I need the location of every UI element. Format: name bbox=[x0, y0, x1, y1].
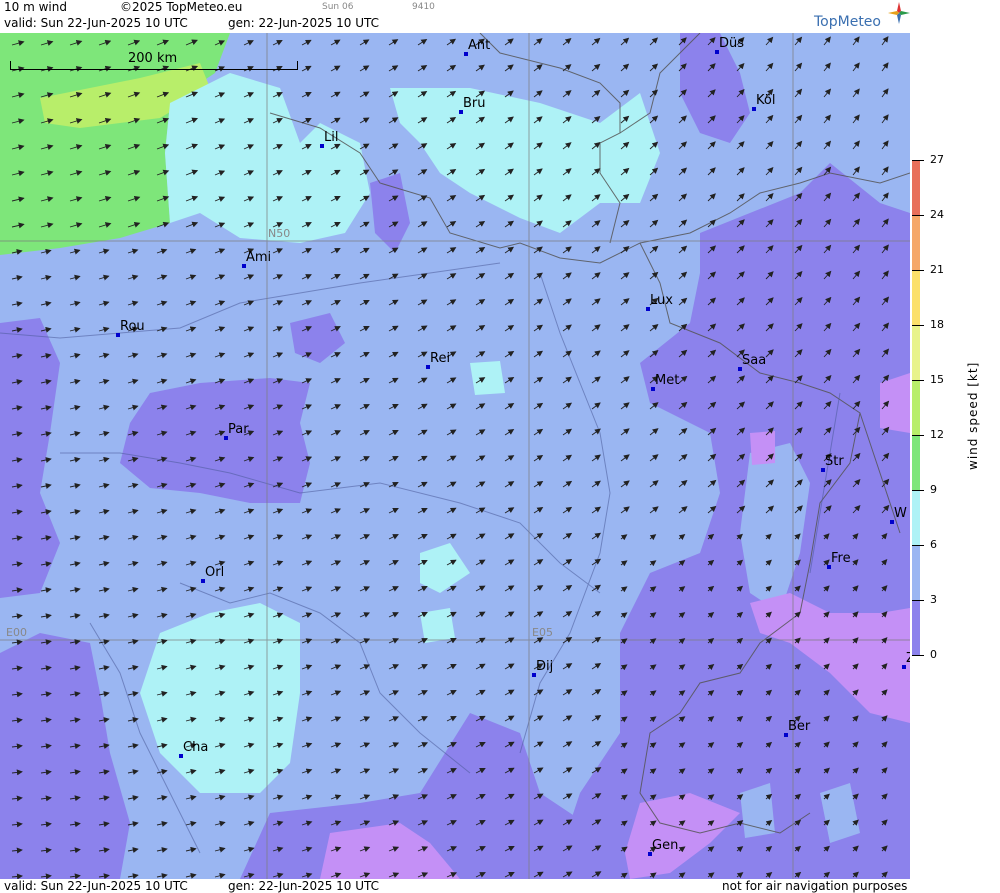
longitude-label-e00: E00 bbox=[6, 626, 27, 639]
color-bar-segment bbox=[912, 545, 920, 600]
city-name: Dij bbox=[536, 659, 554, 674]
city-name: Lux bbox=[650, 293, 673, 308]
legend-tick-mark bbox=[912, 325, 924, 326]
city-name: Par bbox=[228, 422, 249, 437]
legend-tick-label: 0 bbox=[930, 648, 937, 661]
city-name: Ber bbox=[788, 719, 811, 734]
legend-tick-mark bbox=[912, 215, 924, 216]
legend-tick-mark bbox=[912, 380, 924, 381]
city-name: Saa bbox=[742, 353, 767, 368]
compass-logo-icon bbox=[888, 2, 910, 24]
city-name: Lil bbox=[324, 130, 339, 145]
footer-valid-time: valid: Sun 22-Jun-2025 10 UTC bbox=[4, 879, 188, 893]
color-bar-segment bbox=[912, 600, 920, 655]
legend-tick-label: 18 bbox=[930, 318, 944, 331]
city-name: Str bbox=[825, 454, 844, 469]
city-name: Düs bbox=[719, 36, 745, 51]
legend-tick-mark bbox=[912, 270, 924, 271]
legend-tick-mark bbox=[912, 600, 924, 601]
longitude-label-e05: E05 bbox=[532, 626, 553, 639]
wind-field-layer bbox=[0, 33, 910, 879]
legend-tick-label: 27 bbox=[930, 153, 944, 166]
wind-map[interactable]: 200 km N50 E00 E05 Ant Düs Köl Bru Lil Ami Rou… bbox=[0, 33, 910, 879]
header-bar: 10 m wind ©2025 TopMeteo.eu Sun 06 9410 … bbox=[0, 0, 910, 33]
header-code-label: 9410 bbox=[412, 2, 435, 12]
valid-time: valid: Sun 22-Jun-2025 10 UTC bbox=[4, 16, 188, 30]
topmeteo-logo-text: TopMeteo bbox=[814, 14, 881, 30]
legend-tick-label: 9 bbox=[930, 483, 937, 496]
city-name: Orl bbox=[205, 565, 225, 580]
legend-tick-mark bbox=[912, 435, 924, 436]
city-name: Bru bbox=[463, 96, 486, 111]
legend-tick-mark bbox=[912, 490, 924, 491]
legend-unit-label: wind speed [kt] bbox=[966, 361, 980, 470]
city-name: Köl bbox=[756, 93, 776, 108]
legend-tick-label: 12 bbox=[930, 428, 944, 441]
legend-tick-label: 21 bbox=[930, 263, 944, 276]
city-name: Cha bbox=[183, 740, 209, 755]
color-bar-segment bbox=[912, 490, 920, 545]
header-run-label: Sun 06 bbox=[322, 2, 354, 12]
generation-time: gen: 22-Jun-2025 10 UTC bbox=[228, 16, 380, 30]
legend-tick-label: 6 bbox=[930, 538, 937, 551]
legend-tick-mark bbox=[912, 160, 924, 161]
footer-generation-time: gen: 22-Jun-2025 10 UTC bbox=[228, 879, 380, 893]
legend-tick-mark bbox=[912, 655, 924, 656]
city-name: Gen bbox=[652, 838, 679, 853]
city-name: Fre bbox=[831, 551, 851, 566]
legend-tick-mark bbox=[912, 545, 924, 546]
color-bar-segment bbox=[912, 215, 920, 270]
color-bar-segment bbox=[912, 160, 920, 215]
city-name: Ant bbox=[468, 38, 491, 53]
city-name: Met bbox=[655, 373, 680, 388]
disclaimer-text: not for air navigation purposes bbox=[722, 879, 908, 893]
color-bar-segment bbox=[912, 380, 920, 435]
city-name: Rou bbox=[120, 319, 145, 334]
color-bar-segment bbox=[912, 270, 920, 325]
city-name: W bbox=[894, 506, 907, 521]
latitude-label: N50 bbox=[268, 227, 291, 240]
city-name: Ami bbox=[246, 250, 272, 265]
copyright-text: ©2025 TopMeteo.eu bbox=[120, 0, 243, 14]
map-title: 10 m wind bbox=[4, 0, 67, 14]
city-name: Rei bbox=[430, 351, 451, 366]
legend-tick-label: 3 bbox=[930, 593, 937, 606]
color-bar-segment bbox=[912, 325, 920, 380]
wind-speed-legend: 27 24 21 18 15 12 9 6 3 0 wind speed [kt] bbox=[910, 0, 1000, 893]
scale-bar-label: 200 km bbox=[128, 51, 178, 66]
color-bar-segment bbox=[912, 435, 920, 490]
legend-tick-label: 24 bbox=[930, 208, 944, 221]
legend-tick-label: 15 bbox=[930, 373, 944, 386]
footer-bar: valid: Sun 22-Jun-2025 10 UTC gen: 22-Ju… bbox=[0, 879, 910, 893]
